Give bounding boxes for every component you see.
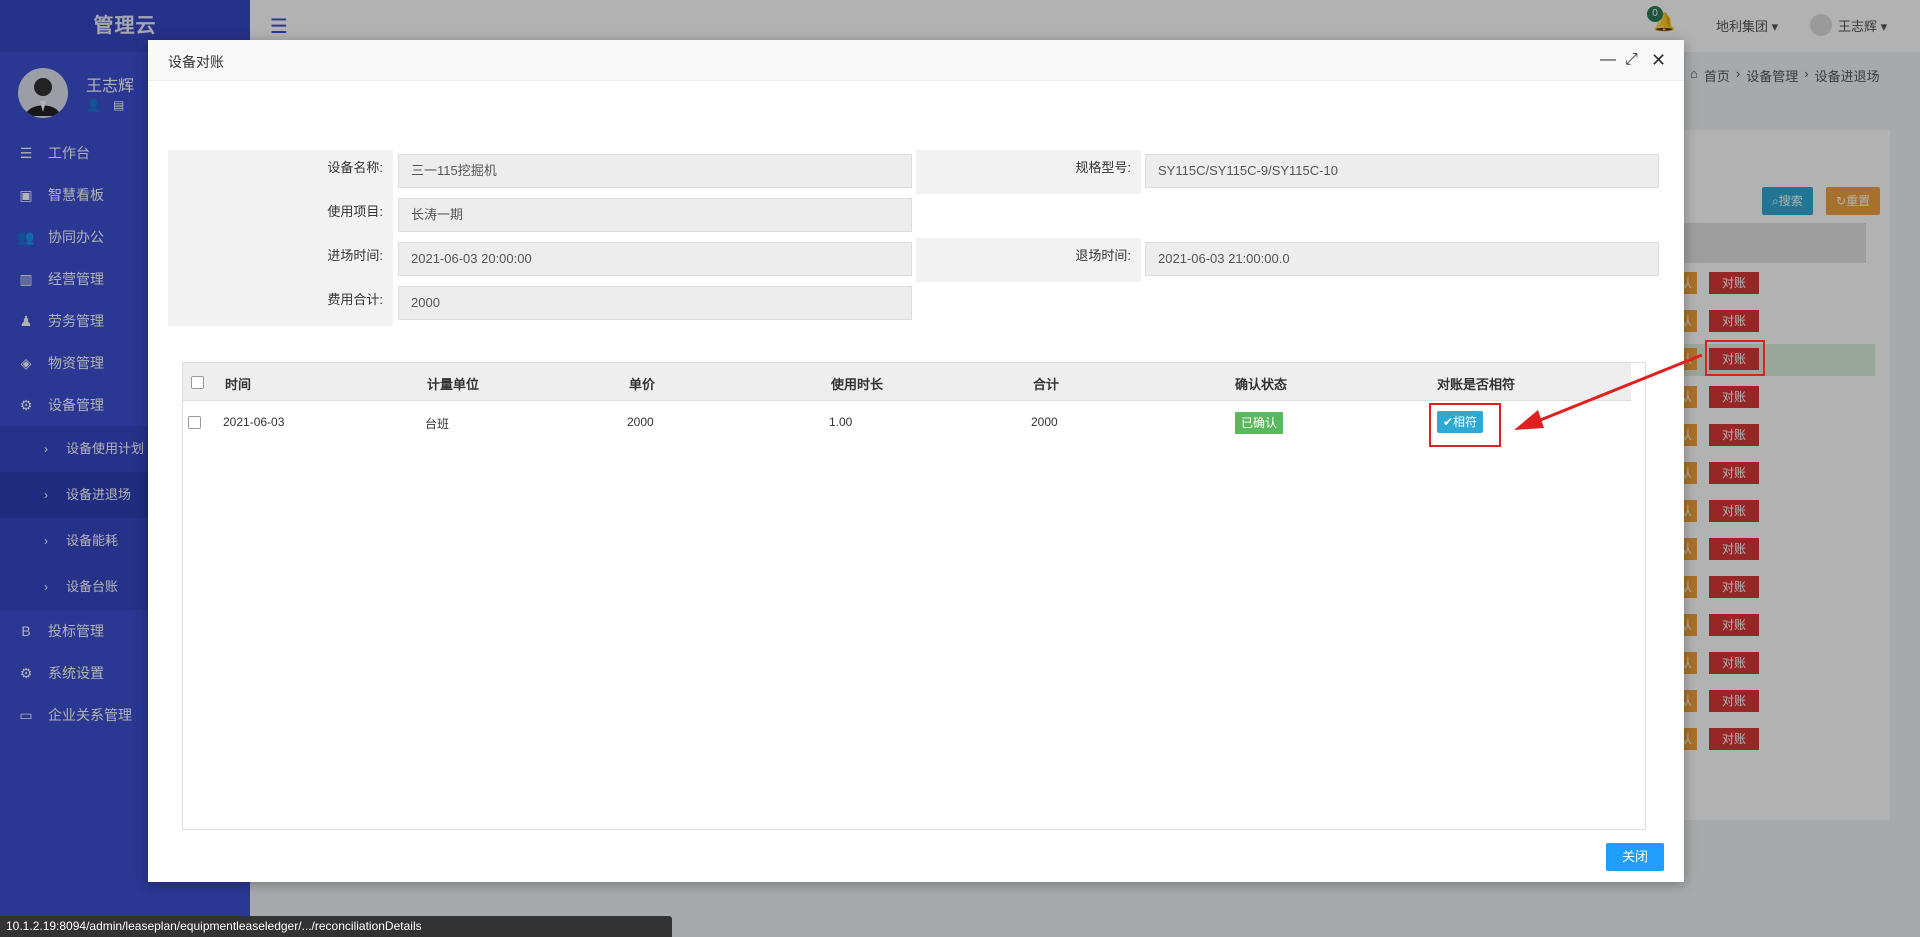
modal-header: 设备对账 — ⤢ ✕: [148, 40, 1684, 81]
total-cost-label: 费用合计:: [168, 282, 393, 326]
table-row[interactable]: 2021-06-03 台班 2000 1.00 2000 已确认 ✔相符: [183, 401, 1631, 445]
form-row-1: 设备名称: 三一115挖掘机 规格型号: SY115C/SY115C-9/SY1…: [168, 150, 1668, 194]
cell-total: 2000: [1031, 415, 1058, 429]
header-time[interactable]: 时间: [225, 374, 251, 393]
app-root: 管理云 王志辉 👤 ▤ ☰ 工作台 ▣ 智慧看板 👥 协同办公 ▥ 经营管理 ♟ 劳务管理 ◈ 物资管…: [0, 0, 1920, 937]
device-name-label: 设备名称:: [168, 150, 393, 194]
reconcile-modal: 设备对账 — ⤢ ✕ 设备名称: 三一115挖掘机 规格型号: SY115C/S…: [148, 40, 1684, 882]
project-field[interactable]: 长涛一期: [398, 198, 912, 232]
row-checkbox[interactable]: [188, 416, 201, 429]
form-row-3: 进场时间: 2021-06-03 20:00:00 退场时间: 2021-06-…: [168, 238, 1668, 282]
header-unit[interactable]: 计量单位: [427, 374, 479, 393]
header-match[interactable]: 对账是否相符: [1437, 374, 1515, 393]
modal-title: 设备对账: [168, 54, 224, 70]
reconcile-table: 时间 计量单位 单价 使用时长 合计 确认状态 对账是否相符 2021-06-0…: [182, 362, 1646, 830]
close-icon[interactable]: ✕: [1651, 50, 1666, 70]
project-label: 使用项目:: [168, 194, 393, 238]
exit-time-label: 退场时间:: [916, 238, 1141, 282]
highlight-box-match: [1429, 403, 1501, 447]
entry-time-field[interactable]: 2021-06-03 20:00:00: [398, 242, 912, 276]
confirmed-badge: 已确认: [1235, 412, 1284, 434]
form-row-2: 使用项目: 长涛一期: [168, 194, 1668, 238]
highlight-box-reconcile: [1705, 340, 1765, 376]
select-all-checkbox[interactable]: [191, 376, 204, 389]
cell-price: 2000: [627, 415, 654, 429]
cell-unit: 台班: [425, 417, 450, 431]
table-header: 时间 计量单位 单价 使用时长 合计 确认状态 对账是否相符: [183, 363, 1631, 401]
maximize-icon[interactable]: ⤢: [1625, 50, 1638, 70]
header-total[interactable]: 合计: [1033, 374, 1059, 393]
spec-field[interactable]: SY115C/SY115C-9/SY115C-10: [1145, 154, 1659, 188]
form-row-4: 费用合计: 2000: [168, 282, 1668, 326]
close-button[interactable]: 关闭: [1606, 843, 1664, 871]
total-cost-field[interactable]: 2000: [398, 286, 912, 320]
exit-time-field[interactable]: 2021-06-03 21:00:00.0: [1145, 242, 1659, 276]
status-bar-url: 10.1.2.19:8094/admin/leaseplan/equipment…: [0, 916, 672, 937]
header-price[interactable]: 单价: [629, 374, 655, 393]
cell-duration: 1.00: [829, 415, 853, 429]
device-info-form: 设备名称: 三一115挖掘机 规格型号: SY115C/SY115C-9/SY1…: [168, 150, 1668, 326]
entry-time-label: 进场时间:: [168, 238, 393, 282]
minimize-icon[interactable]: —: [1600, 50, 1616, 70]
spec-label: 规格型号:: [916, 150, 1141, 194]
device-name-field[interactable]: 三一115挖掘机: [398, 154, 912, 188]
header-duration[interactable]: 使用时长: [831, 374, 883, 393]
header-confirm-status[interactable]: 确认状态: [1235, 374, 1287, 393]
cell-time: 2021-06-03: [223, 415, 285, 429]
